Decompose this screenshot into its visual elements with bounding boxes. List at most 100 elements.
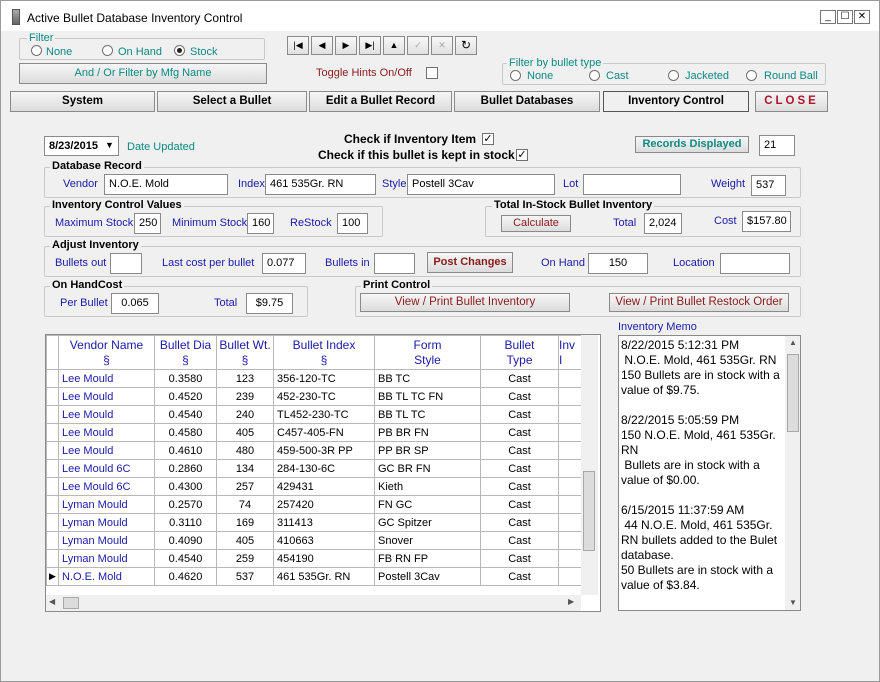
min-stock-field[interactable]: 160 (247, 213, 274, 234)
cell-dia[interactable]: 0.4540 (154, 405, 217, 424)
refresh-button[interactable]: ↻ (455, 36, 477, 55)
cell-vendor[interactable]: N.O.E. Mold (58, 567, 155, 586)
cell-index[interactable]: 284-130-6C (273, 459, 375, 478)
cell-style[interactable]: BB TL TC FN (374, 387, 481, 406)
tab-select-bullet[interactable]: Select a Bullet (157, 91, 307, 112)
cell-type[interactable]: Cast (480, 369, 559, 388)
cell-type[interactable]: Cast (480, 513, 559, 532)
type-cast-radio[interactable] (589, 70, 600, 81)
cell-weight[interactable]: 259 (216, 549, 274, 568)
maximize-button[interactable]: ☐ (837, 10, 853, 24)
cell-type[interactable]: Cast (480, 423, 559, 442)
bullet-grid[interactable]: Vendor Name § Bullet Dia § Bullet Wt. § Bul… (46, 335, 585, 586)
row-selector[interactable] (46, 441, 59, 460)
cell-type[interactable]: Cast (480, 459, 559, 478)
tab-bullet-databases[interactable]: Bullet Databases (454, 91, 600, 112)
cell-style[interactable]: GC BR FN (374, 459, 481, 478)
cell-dia[interactable]: 0.4540 (154, 549, 217, 568)
cell-dia[interactable]: 0.4610 (154, 441, 217, 460)
table-row[interactable]: Lyman Mould 0.2570 74 257420 FN GC Cast (46, 495, 585, 514)
mfg-filter-button[interactable]: And / Or Filter by Mfg Name (19, 63, 267, 84)
table-row[interactable]: Lee Mould 0.4520 239 452-230-TC BB TL TC FN C… (46, 387, 585, 406)
table-row[interactable]: Lyman Mould 0.3110 169 311413 GC Spitzer Cast (46, 513, 585, 532)
weight-field[interactable]: 537 (751, 175, 786, 196)
cell-dia[interactable]: 0.4090 (154, 531, 217, 550)
tab-edit-bullet-record[interactable]: Edit a Bullet Record (309, 91, 452, 112)
cell-index[interactable]: 454190 (273, 549, 375, 568)
cell-weight[interactable]: 480 (216, 441, 274, 460)
cell-index[interactable]: 410663 (273, 531, 375, 550)
scroll-left-icon[interactable]: ◀ (49, 597, 55, 606)
row-selector[interactable] (46, 477, 59, 496)
cancel-edit-button[interactable]: ✕ (431, 36, 453, 55)
cell-style[interactable]: BB TL TC (374, 405, 481, 424)
row-selector[interactable] (46, 405, 59, 424)
cell-vendor[interactable]: Lyman Mould (58, 495, 155, 514)
cell-weight[interactable]: 239 (216, 387, 274, 406)
row-selector[interactable] (46, 513, 59, 532)
tab-inventory-control[interactable]: Inventory Control (603, 91, 749, 112)
restock-field[interactable]: 100 (337, 213, 368, 234)
cell-dia[interactable]: 0.4300 (154, 477, 217, 496)
table-row[interactable]: Lee Mould 0.4610 480 459-500-3R PP PP BR SP C… (46, 441, 585, 460)
cell-dia[interactable]: 0.3110 (154, 513, 217, 532)
print-inventory-button[interactable]: View / Print Bullet Inventory (360, 293, 570, 312)
inventory-item-checkbox[interactable]: ✓ (482, 133, 494, 145)
cell-type[interactable]: Cast (480, 495, 559, 514)
prev-record-button[interactable]: ◀ (311, 36, 333, 55)
row-selector[interactable] (46, 495, 59, 514)
table-row[interactable]: ▶ N.O.E. Mold 0.4620 537 461 535Gr. RN Postel… (46, 567, 585, 586)
type-none-radio[interactable] (510, 70, 521, 81)
cell-style[interactable]: FB RN FP (374, 549, 481, 568)
bullets-in-field[interactable] (374, 253, 415, 274)
last-cost-field[interactable]: 0.077 (262, 253, 306, 274)
table-row[interactable]: Lee Mould 0.4580 405 C457-405-FN PB BR FN Cas… (46, 423, 585, 442)
cell-weight[interactable]: 74 (216, 495, 274, 514)
max-stock-field[interactable]: 250 (134, 213, 161, 234)
cell-index[interactable]: 429431 (273, 477, 375, 496)
cell-style[interactable]: GC Spitzer (374, 513, 481, 532)
close-window-button[interactable]: ✕ (854, 10, 870, 24)
type-jacketed-radio[interactable] (668, 70, 679, 81)
column-header[interactable]: Form Style (374, 335, 481, 370)
cell-type[interactable]: Cast (480, 387, 559, 406)
table-row[interactable]: Lee Mould 6C 0.4300 257 429431 Kieth Cast (46, 477, 585, 496)
cell-vendor[interactable]: Lee Mould (58, 423, 155, 442)
cell-index[interactable]: 311413 (273, 513, 375, 532)
grid-horizontal-scrollbar[interactable]: ◀ ▶ (46, 595, 581, 611)
cell-index[interactable]: 461 535Gr. RN (273, 567, 375, 586)
cell-dia[interactable]: 0.3580 (154, 369, 217, 388)
table-row[interactable]: Lyman Mould 0.4090 405 410663 Snover Cast (46, 531, 585, 550)
grid-vscroll-thumb[interactable] (583, 471, 595, 551)
scroll-down-icon[interactable]: ▼ (789, 598, 797, 607)
table-row[interactable]: Lee Mould 0.3580 123 356-120-TC BB TC Cast (46, 369, 585, 388)
cell-weight[interactable]: 123 (216, 369, 274, 388)
cell-type[interactable]: Cast (480, 531, 559, 550)
cell-dia[interactable]: 0.4520 (154, 387, 217, 406)
cell-vendor[interactable]: Lee Mould (58, 369, 155, 388)
row-selector[interactable] (46, 549, 59, 568)
cell-index[interactable]: 452-230-TC (273, 387, 375, 406)
row-selector[interactable] (46, 423, 59, 442)
cell-type[interactable]: Cast (480, 567, 559, 586)
add-record-button[interactable]: ▲ (383, 36, 405, 55)
column-header[interactable]: Bullet Dia § (154, 335, 217, 370)
print-restock-button[interactable]: View / Print Bullet Restock Order (609, 293, 789, 312)
cell-vendor[interactable]: Lee Mould (58, 405, 155, 424)
next-record-button[interactable]: ▶ (335, 36, 357, 55)
last-record-button[interactable]: ▶| (359, 36, 381, 55)
post-changes-button[interactable]: Post Changes (427, 252, 513, 273)
cell-dia[interactable]: 0.4580 (154, 423, 217, 442)
cell-index[interactable]: 257420 (273, 495, 375, 514)
scroll-up-icon[interactable]: ▲ (789, 338, 797, 347)
row-selector[interactable] (46, 459, 59, 478)
grid-vertical-scrollbar[interactable] (581, 335, 598, 595)
cell-vendor[interactable]: Lyman Mould (58, 513, 155, 532)
chevron-down-icon[interactable]: ▼ (105, 140, 114, 150)
cell-weight[interactable]: 169 (216, 513, 274, 532)
cell-vendor[interactable]: Lyman Mould (58, 531, 155, 550)
row-selector[interactable] (46, 387, 59, 406)
toggle-hints-checkbox[interactable] (426, 67, 438, 79)
tab-system[interactable]: System (10, 91, 155, 112)
cell-dia[interactable]: 0.2570 (154, 495, 217, 514)
